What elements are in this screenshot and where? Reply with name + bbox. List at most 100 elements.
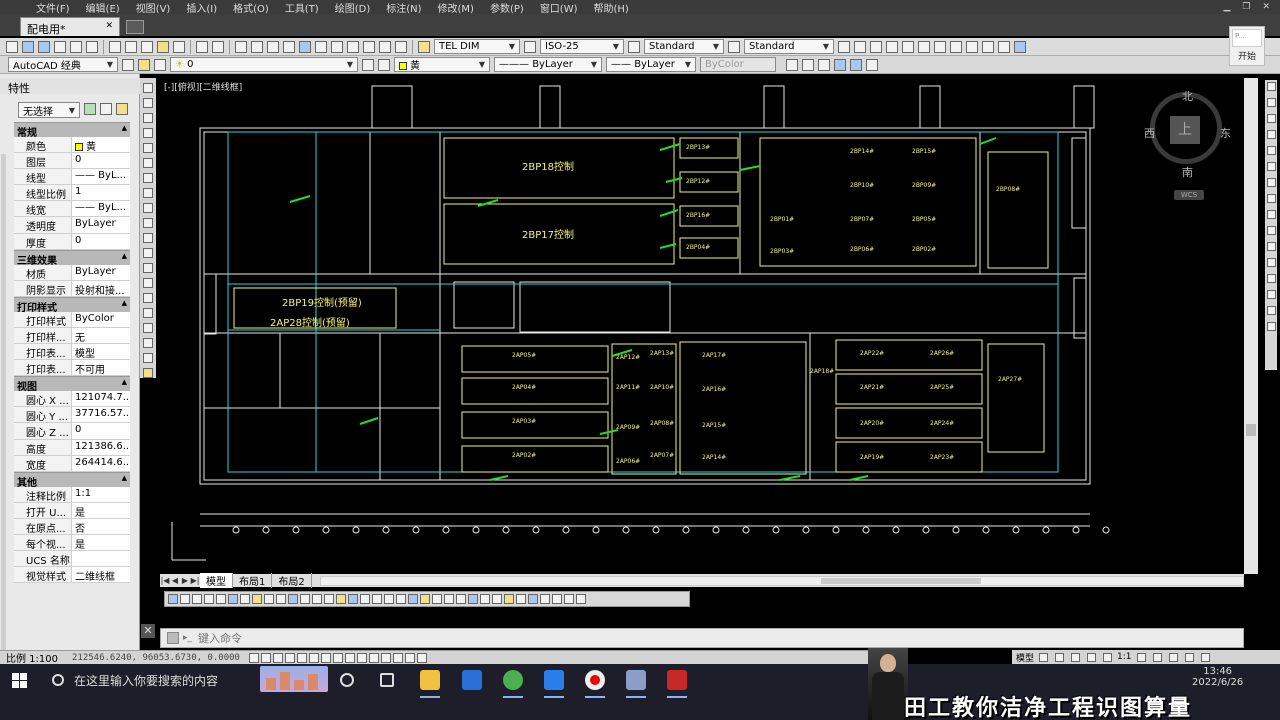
property-value[interactable]: 37716.57... [72, 407, 130, 422]
properties-section-header[interactable]: 其他 ▲ [14, 471, 130, 489]
property-value[interactable]: 黄 [72, 137, 130, 152]
image-viewer-icon[interactable] [626, 670, 646, 698]
extend-icon[interactable] [1266, 242, 1276, 251]
menu-modify[interactable]: 修改(M) [430, 0, 482, 15]
text-style-select[interactable]: TEL DIM ▼ [434, 39, 520, 54]
hatch-icon[interactable] [143, 293, 153, 303]
close-icon[interactable]: ✕ [105, 21, 113, 31]
aligned-icon[interactable] [180, 594, 190, 604]
property-value[interactable]: ByColor [72, 312, 130, 327]
mtext-icon[interactable] [143, 353, 153, 363]
viewcube-south[interactable]: 南 [1182, 164, 1193, 180]
jog-line-icon[interactable] [360, 594, 370, 604]
attribute-icon[interactable] [492, 594, 502, 604]
property-value[interactable]: 投射和接... [72, 281, 130, 296]
vertical-scrollbar[interactable] [1244, 78, 1258, 574]
next-tab-icon[interactable]: ▶ [180, 576, 190, 585]
update-icon[interactable] [576, 594, 586, 604]
explode-icon[interactable] [1266, 322, 1276, 331]
property-row[interactable]: 阴影显示 投射和接... [14, 280, 130, 297]
property-row[interactable]: 打印样... 无 [14, 327, 130, 345]
linetype-select[interactable]: ——— ByLayer ▼ [494, 57, 602, 72]
open-icon[interactable] [22, 40, 34, 53]
group-icon[interactable] [504, 594, 514, 604]
solid-icon[interactable] [950, 40, 962, 53]
layer-off-icon[interactable] [850, 58, 862, 71]
space-icon[interactable] [300, 594, 310, 604]
file-explorer-icon[interactable] [420, 670, 440, 698]
minimize-icon[interactable]: ▁ [1223, 2, 1230, 12]
property-row[interactable]: UCS 名称 [14, 551, 130, 568]
xref-icon[interactable] [528, 594, 538, 604]
property-row[interactable]: 颜色 黄 [14, 137, 130, 154]
match-icon[interactable] [468, 594, 478, 604]
windows-start-icon[interactable] [12, 673, 28, 689]
annotation-scale-label[interactable]: 1:1 [1117, 652, 1131, 662]
grid-toggle-icon[interactable] [272, 652, 283, 663]
quick-select-icon[interactable] [116, 103, 128, 115]
layers-ii-icon[interactable] [786, 58, 798, 71]
property-row[interactable]: 视觉样式 二维线框 [14, 567, 130, 584]
break-dim-icon[interactable] [312, 594, 322, 604]
join-icon[interactable] [1266, 274, 1276, 283]
properties-section-header[interactable]: 视图 ▲ [14, 376, 130, 393]
property-row[interactable]: 线型 —— ByL... [14, 169, 130, 186]
construction-line-icon[interactable] [143, 98, 153, 108]
property-value[interactable]: 121074.7... [72, 391, 130, 406]
zoom-realtime-icon[interactable] [251, 40, 263, 53]
property-row[interactable]: 注释比例 1:1 [14, 486, 130, 503]
taskbar-search[interactable]: 在这里输入你要搜索的内容 [40, 666, 260, 694]
annotation-visibility-icon[interactable] [1136, 652, 1146, 662]
viewport-clip-icon[interactable] [902, 40, 914, 53]
diameter-icon[interactable] [240, 594, 250, 604]
viewcube-face[interactable]: 上 [1170, 116, 1200, 144]
redo-icon[interactable] [212, 40, 224, 53]
property-row[interactable]: 在原点... 否 [14, 518, 130, 535]
tool-palettes-icon[interactable] [331, 40, 343, 53]
trim-icon[interactable] [1266, 226, 1276, 235]
last-tab-icon[interactable]: ▶| [190, 576, 200, 585]
match-properties-icon[interactable] [157, 40, 169, 53]
purge-icon[interactable] [516, 594, 526, 604]
save-icon[interactable] [38, 40, 50, 53]
paste-icon[interactable] [141, 40, 153, 53]
lock-icon[interactable] [1184, 652, 1194, 662]
linear-icon[interactable] [168, 594, 178, 604]
tab-layout2[interactable]: 布局2 [272, 573, 312, 588]
word-icon[interactable] [544, 670, 564, 698]
layout-icon[interactable] [838, 40, 850, 53]
property-value[interactable]: 不可用 [72, 360, 130, 375]
property-row[interactable]: 厚度 0 [14, 233, 130, 250]
properties-section-header[interactable]: 打印样式 ▲ [14, 296, 130, 314]
insert-block-icon[interactable] [143, 248, 153, 258]
chamfer-icon[interactable] [1266, 290, 1276, 299]
polygon-icon[interactable] [143, 128, 153, 138]
workspace-switch-icon[interactable] [1168, 652, 1178, 662]
sc-toggle-icon[interactable] [404, 652, 415, 663]
layer-unisolate-icon[interactable] [818, 58, 830, 71]
autocad-icon[interactable] [667, 670, 687, 698]
property-value[interactable]: 0 [72, 234, 130, 249]
dim-edit-icon[interactable] [372, 594, 382, 604]
clean-screen-icon[interactable] [1200, 652, 1210, 662]
property-value[interactable]: 无 [72, 328, 130, 343]
workspace-settings-icon[interactable] [122, 58, 134, 71]
rectangle-icon[interactable] [143, 143, 153, 153]
property-value[interactable]: 模型 [72, 344, 130, 359]
menu-dimension[interactable]: 标注(N) [378, 0, 429, 15]
layer-manager-icon[interactable] [138, 58, 150, 71]
properties-icon[interactable] [299, 40, 311, 53]
menu-parametric[interactable]: 参数(P) [482, 0, 532, 15]
model-space-label[interactable]: 模型 [1016, 651, 1034, 664]
tab-model[interactable]: 模型 [200, 573, 233, 588]
color-icon[interactable] [444, 594, 454, 604]
markup-icon[interactable] [363, 40, 375, 53]
layer-state-icon[interactable] [154, 58, 166, 71]
menu-tools[interactable]: 工具(T) [277, 0, 327, 15]
3dosnap-toggle-icon[interactable] [320, 652, 331, 663]
property-value[interactable]: 是 [72, 535, 130, 550]
dim-style-select[interactable]: ISO-25 ▼ [540, 39, 624, 54]
viewcube-east[interactable]: 东 [1220, 125, 1231, 141]
pan-status-icon[interactable] [1071, 652, 1081, 662]
print-icon[interactable] [54, 40, 66, 53]
